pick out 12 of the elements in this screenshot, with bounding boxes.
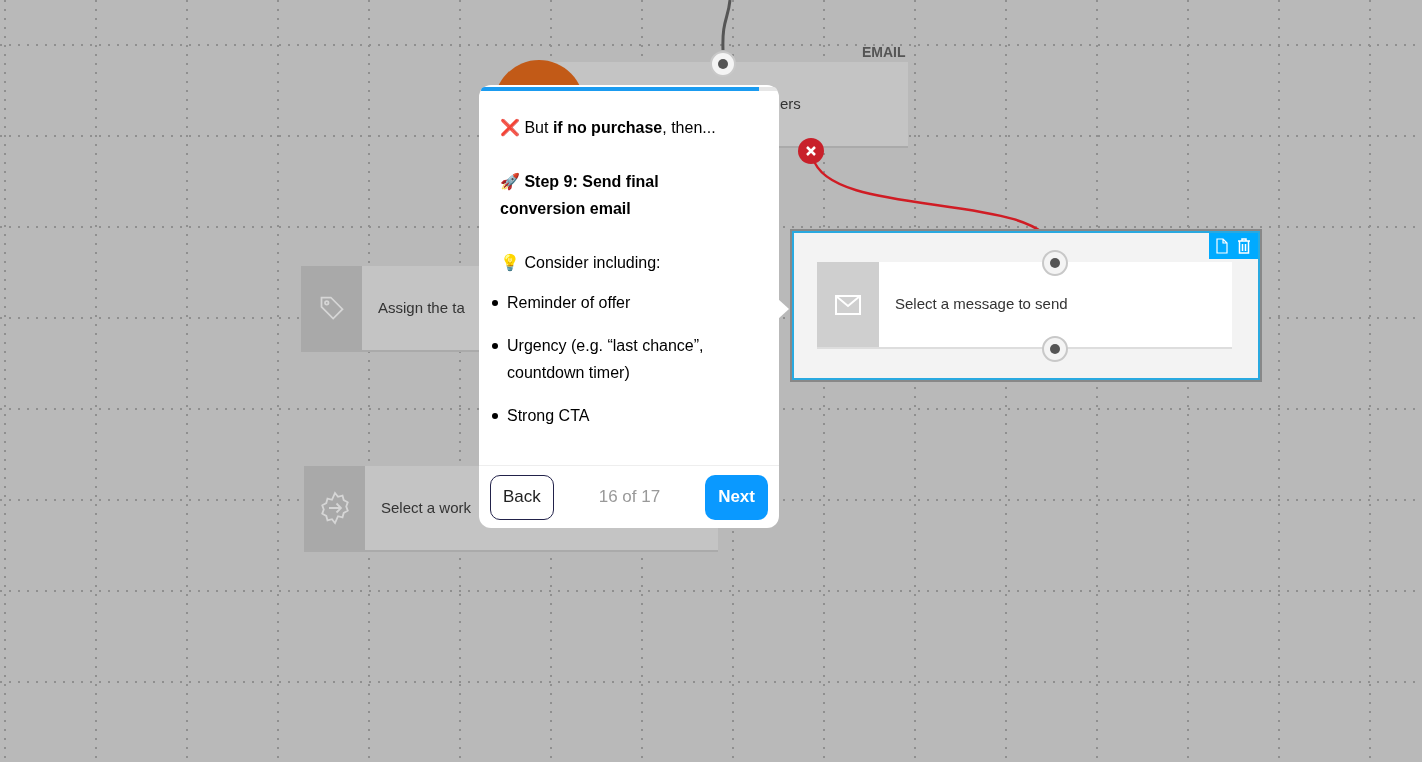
step-counter: 16 of 17 — [598, 486, 661, 509]
tour-step-title: 🚀 Step 9: Send final conversion email — [500, 172, 660, 219]
node-type-label: EMAIL — [862, 43, 906, 62]
tour-list-item: Urgency (e.g. “last chance”, countdown timer) — [507, 336, 705, 383]
node-text: ers — [780, 93, 801, 114]
node-text: Select a message to send — [895, 294, 1068, 315]
tour-text: ❌ But if no purchase, then... — [500, 118, 717, 139]
tour-list-item: Strong CTA — [507, 406, 590, 426]
node-text: Assign the ta — [378, 297, 465, 318]
node-text: Select a work — [381, 497, 472, 518]
tour-text: 💡 Consider including: — [500, 253, 662, 273]
tour-list-item: Reminder of offer — [507, 293, 631, 313]
